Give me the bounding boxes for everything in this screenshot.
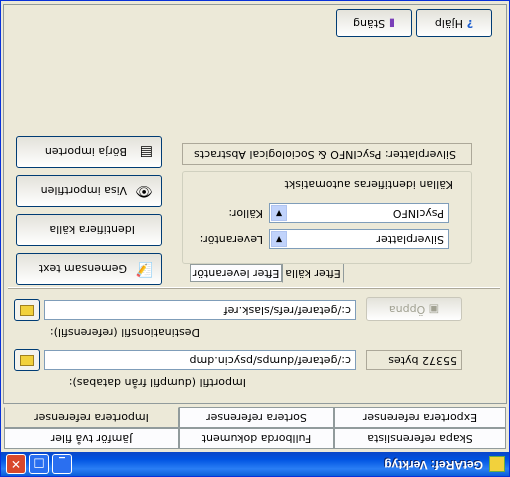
status-display: Silverplatter: PsycINFO & Sociological A… — [182, 143, 472, 165]
title-bar[interactable]: GetARef: Verktyg _ □ ✕ — [1, 452, 509, 476]
common-text-button[interactable]: 📝 Gemensam text — [16, 253, 162, 285]
close-icon: ✕ — [10, 457, 22, 471]
import-file-label: Importfil (dumpfil från databas): — [68, 376, 246, 389]
tab-skapa-referenslista[interactable]: Skapa referenslista — [334, 428, 506, 449]
browse-import-button[interactable] — [14, 349, 40, 371]
file-size-display: 55372 bytes — [366, 350, 462, 370]
tab-importera-referenser[interactable]: Importera referenser — [4, 407, 179, 428]
maximize-icon: □ — [33, 457, 45, 471]
show-import-file-button[interactable]: 👁 Visa importfilen — [16, 175, 162, 207]
door-icon: ▮ — [385, 17, 395, 30]
browse-destination-button[interactable] — [14, 299, 40, 321]
getaref-tools-window: GetARef: Verktyg _ □ ✕ Skapa referenslis… — [0, 0, 510, 477]
tab-fullborda-dokument[interactable]: Fullborda dokument — [179, 428, 334, 449]
start-import-button[interactable]: ▤ Börja importen — [16, 136, 162, 168]
help-button[interactable]: ? Hjälp — [416, 9, 492, 37]
notes-icon: 📝 — [135, 261, 153, 277]
tab-efter-leverantor[interactable]: Efter leverantör — [190, 264, 282, 282]
import-icon: ▤ — [139, 144, 153, 160]
close-window-button[interactable]: ✕ — [6, 454, 26, 474]
chevron-down-icon[interactable]: ▼ — [271, 205, 287, 221]
dialog-stage: GetARef: Verktyg _ □ ✕ Skapa referenslis… — [0, 0, 510, 477]
source-options-group: Silverplatter ▼ Leverantör: PsycINFO ▼ K… — [182, 171, 472, 264]
maximize-button[interactable]: □ — [29, 454, 49, 474]
app-icon — [489, 456, 505, 472]
tab-exportera-referenser[interactable]: Exportera referenser — [334, 407, 506, 428]
identify-source-button[interactable]: Identifiera källa — [16, 214, 162, 246]
supplier-combo[interactable]: Silverplatter ▼ — [269, 229, 449, 249]
import-file-input[interactable]: c:/getaref/dumps/psycin.dmp — [44, 350, 356, 370]
source-combo[interactable]: PsycINFO ▼ — [269, 203, 449, 223]
tab-efter-kalla[interactable]: Efter källa — [282, 263, 344, 283]
minimize-button[interactable]: _ — [52, 454, 72, 474]
minimize-icon: _ — [59, 457, 65, 471]
open-button[interactable]: ▣ Öppna — [366, 297, 462, 321]
separator — [8, 287, 500, 289]
source-label: Källor: — [228, 207, 263, 220]
destination-file-input[interactable]: c:/getaref/refs/slask.ref — [44, 300, 356, 320]
supplier-label: Leverantör: — [199, 233, 263, 246]
tab-sortera-referenser[interactable]: Sortera referenser — [179, 407, 334, 428]
open-icon: ▣ — [425, 303, 440, 316]
folder-icon — [20, 305, 34, 316]
folder-icon — [20, 355, 34, 366]
close-button[interactable]: ▮ Stäng — [336, 9, 412, 37]
help-icon: ? — [462, 17, 474, 30]
window-title: GetARef: Verktyg — [384, 458, 483, 472]
tab-jamfor-filer[interactable]: Jämför två filer — [4, 428, 179, 449]
chevron-down-icon[interactable]: ▼ — [271, 231, 287, 247]
eye-icon: 👁 — [135, 183, 153, 199]
destination-file-label: Destinationsfil (referensfil): — [49, 326, 200, 339]
auto-identify-text: Källan identifieras automatiskt — [284, 178, 453, 191]
import-panel: Importfil (dumpfil från databas): c:/get… — [3, 4, 507, 404]
